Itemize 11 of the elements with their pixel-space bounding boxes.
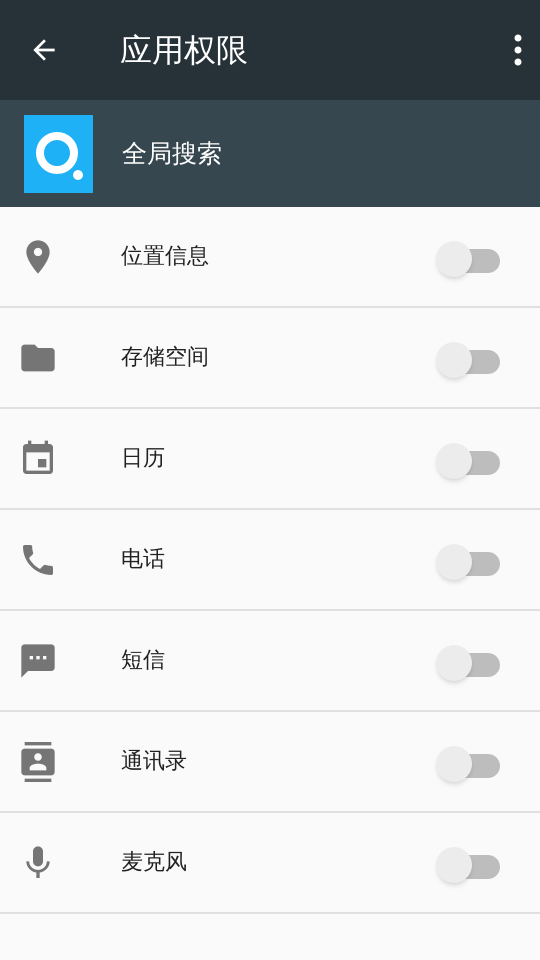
app-name: 全局搜索 [122, 138, 222, 170]
permission-label: 日历 [121, 445, 165, 473]
permission-label: 位置信息 [121, 243, 209, 271]
permission-label: 短信 [121, 647, 165, 675]
permission-label: 电话 [121, 546, 165, 574]
app-icon [24, 114, 93, 192]
permission-label: 存储空间 [121, 344, 209, 372]
permission-label: 麦克风 [121, 849, 187, 877]
toolbar-title: 应用权限 [120, 30, 248, 71]
more-options-icon[interactable] [512, 32, 524, 68]
permission-label: 通讯录 [121, 748, 187, 776]
